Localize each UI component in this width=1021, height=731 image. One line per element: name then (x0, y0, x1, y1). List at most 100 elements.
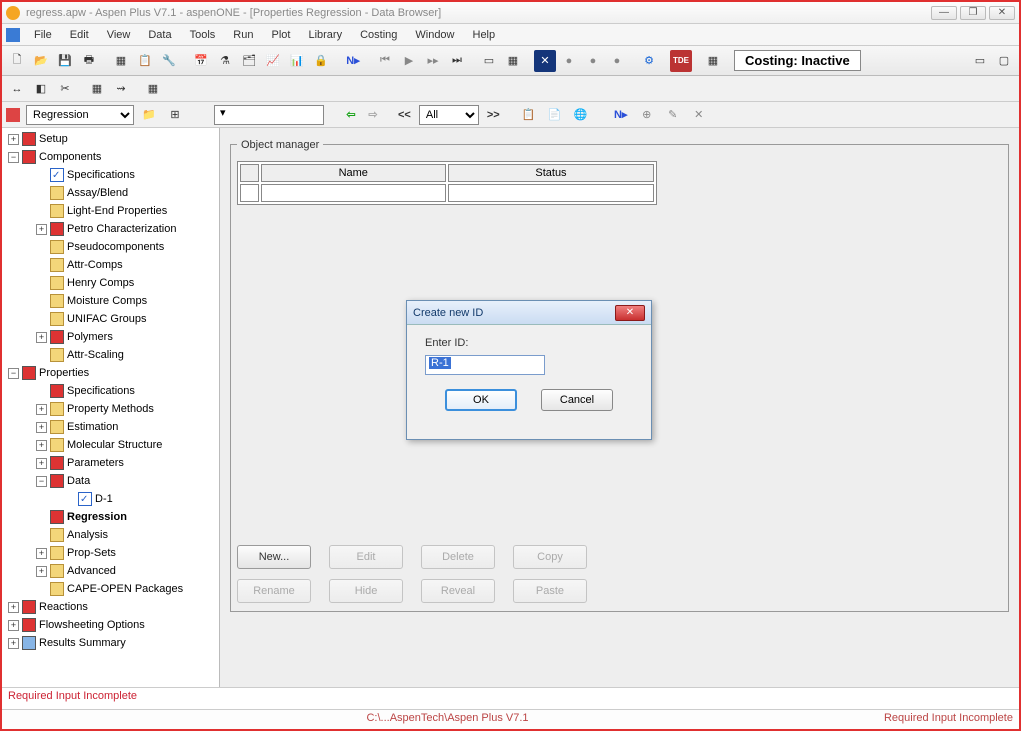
menu-plot[interactable]: Plot (263, 27, 298, 43)
tree-panel[interactable]: +Setup −Components Specifications Assay/… (2, 128, 220, 687)
nav-first-icon[interactable]: << (398, 109, 411, 121)
copy-icon[interactable]: 📋 (518, 104, 540, 126)
delete-obj-icon[interactable]: ✕ (688, 104, 710, 126)
minimize-button[interactable]: — (931, 6, 957, 20)
tree-comp-unifac[interactable]: UNIFAC Groups (36, 310, 219, 328)
table-row[interactable] (240, 184, 654, 202)
tree-selector[interactable]: Regression (26, 105, 134, 125)
tree-comp-attr[interactable]: Attr-Comps (36, 256, 219, 274)
dialog-titlebar[interactable]: Create new ID ✕ (407, 301, 651, 325)
tree-comp-poly[interactable]: +Polymers (36, 328, 219, 346)
menu-file[interactable]: File (26, 27, 60, 43)
object-table[interactable]: Name Status (237, 161, 657, 205)
filter-combo[interactable]: All (419, 105, 479, 125)
col-status[interactable]: Status (448, 164, 654, 182)
tree-prop-methods[interactable]: +Property Methods (36, 400, 219, 418)
tree-comp-spec[interactable]: Specifications (36, 166, 219, 184)
clip-icon[interactable]: ✂ (54, 78, 76, 100)
tree-prop-d1[interactable]: D-1 (64, 490, 219, 508)
cancel-icon[interactable]: ✕ (534, 50, 556, 72)
tree-components[interactable]: −Components (8, 148, 219, 166)
tools-icon[interactable]: 🔧 (158, 50, 180, 72)
flow-icon[interactable]: ⇝ (110, 78, 132, 100)
datagrid-icon[interactable]: ▦ (702, 50, 724, 72)
grid-icon[interactable]: ▦ (502, 50, 524, 72)
lock-icon[interactable]: 🔒 (310, 50, 332, 72)
tree-results[interactable]: +Results Summary (8, 634, 219, 652)
menu-help[interactable]: Help (465, 27, 504, 43)
col-name[interactable]: Name (261, 164, 446, 182)
globe-icon[interactable]: 🌐 (570, 104, 592, 126)
tree-reactions[interactable]: +Reactions (8, 598, 219, 616)
cancel-button[interactable]: Cancel (541, 389, 613, 411)
tree-prop-est[interactable]: +Estimation (36, 418, 219, 436)
properties-icon[interactable]: ▦ (110, 50, 132, 72)
tree-prop-param[interactable]: +Parameters (36, 454, 219, 472)
tree-comp-pseudo[interactable]: Pseudocomponents (36, 238, 219, 256)
nav-last-icon[interactable]: >> (487, 109, 500, 121)
new-obj-icon[interactable]: ⊕ (636, 104, 658, 126)
tree-comp-henry[interactable]: Henry Comps (36, 274, 219, 292)
menu-window[interactable]: Window (407, 27, 462, 43)
menu-run[interactable]: Run (225, 27, 261, 43)
tree-prop-data[interactable]: −Data (36, 472, 219, 490)
play-icon[interactable]: ▶ (398, 50, 420, 72)
gear-icon[interactable]: ⚙ (638, 50, 660, 72)
menu-tools[interactable]: Tools (182, 27, 224, 43)
ok-button[interactable]: OK (445, 389, 517, 411)
component-icon[interactable]: ⚗ (214, 50, 236, 72)
new-button[interactable]: New... (237, 545, 311, 569)
new-icon[interactable]: 🗋 (6, 50, 28, 72)
menu-view[interactable]: View (99, 27, 139, 43)
tree-comp-attrscale[interactable]: Attr-Scaling (36, 346, 219, 364)
nav-back-icon[interactable]: ⇦ (342, 106, 360, 124)
tree-prop-spec[interactable]: Specifications (36, 382, 219, 400)
tde-icon[interactable]: TDE (670, 50, 692, 72)
grid2-icon[interactable]: ▦ (86, 78, 108, 100)
stream-icon[interactable]: ↔ (6, 78, 28, 100)
tree-prop-adv[interactable]: +Advanced (36, 562, 219, 580)
tree-prop-propsets[interactable]: +Prop-Sets (36, 544, 219, 562)
open-icon[interactable]: 📂 (30, 50, 52, 72)
chart-icon[interactable]: 📈 (262, 50, 284, 72)
window-tile-icon[interactable]: ▢ (993, 50, 1015, 72)
step-icon[interactable]: ▸▸ (422, 50, 444, 72)
tree-prop-cape[interactable]: CAPE-OPEN Packages (36, 580, 219, 598)
save-icon[interactable]: 💾 (54, 50, 76, 72)
maximize-button[interactable]: ❐ (960, 6, 986, 20)
paste-icon[interactable]: 📄 (544, 104, 566, 126)
dialog-close-icon[interactable]: ✕ (615, 305, 645, 321)
block-icon[interactable]: ◧ (30, 78, 52, 100)
next2-icon[interactable]: N▸ (610, 104, 632, 126)
next-icon[interactable]: N▸ (342, 50, 364, 72)
id-input[interactable]: R-1 (425, 355, 545, 375)
nav-fwd-icon[interactable]: ⇨ (364, 106, 382, 124)
sheet2-icon[interactable]: ▭ (478, 50, 500, 72)
tree-flowsheet[interactable]: +Flowsheeting Options (8, 616, 219, 634)
tree-comp-petro[interactable]: +Petro Characterization (36, 220, 219, 238)
tree-setup[interactable]: +Setup (8, 130, 219, 148)
edit-obj-icon[interactable]: ✎ (662, 104, 684, 126)
tree-properties[interactable]: −Properties (8, 364, 219, 382)
tree-prop-mol[interactable]: +Molecular Structure (36, 436, 219, 454)
sheet-icon[interactable]: 📋 (134, 50, 156, 72)
tree-comp-moist[interactable]: Moisture Comps (36, 292, 219, 310)
tree-comp-light[interactable]: Light-End Properties (36, 202, 219, 220)
close-button[interactable]: ✕ (989, 6, 1015, 20)
tree-comp-assay[interactable]: Assay/Blend (36, 184, 219, 202)
path-combo[interactable]: ▾ (214, 105, 324, 125)
rewind-icon[interactable]: ⏮ (374, 50, 396, 72)
skip-end-icon[interactable]: ⏭ (446, 50, 468, 72)
window-cascade-icon[interactable]: ▭ (969, 50, 991, 72)
menu-library[interactable]: Library (300, 27, 350, 43)
folder-up-icon[interactable]: 📁 (138, 104, 160, 126)
tree-toggle-icon[interactable]: ⊞ (164, 104, 186, 126)
menu-costing[interactable]: Costing (352, 27, 405, 43)
tree-prop-regression[interactable]: Regression (36, 508, 219, 526)
calendar-icon[interactable]: 📅 (190, 50, 212, 72)
tree-prop-analysis[interactable]: Analysis (36, 526, 219, 544)
print-icon[interactable]: 🖶 (78, 50, 100, 72)
menu-data[interactable]: Data (140, 27, 179, 43)
table-icon[interactable]: 🗂 (238, 50, 260, 72)
menu-edit[interactable]: Edit (62, 27, 97, 43)
